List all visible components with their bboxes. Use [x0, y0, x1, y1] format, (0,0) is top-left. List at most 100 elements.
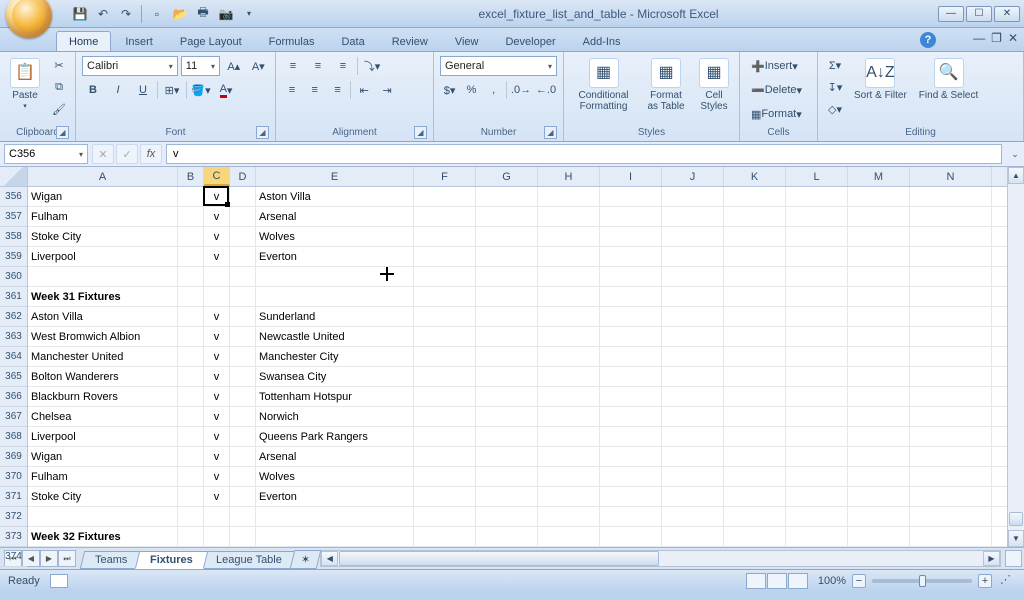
- cell[interactable]: [848, 487, 910, 506]
- cell[interactable]: [414, 287, 476, 306]
- cell[interactable]: [724, 467, 786, 486]
- cell[interactable]: v: [204, 347, 230, 366]
- cell[interactable]: Wolves: [256, 467, 414, 486]
- doc-minimize-button[interactable]: —: [973, 31, 985, 45]
- orientation-icon[interactable]: ⤵▾: [361, 56, 383, 76]
- cell[interactable]: [662, 487, 724, 506]
- cell[interactable]: [178, 427, 204, 446]
- cell[interactable]: v: [204, 307, 230, 326]
- cell[interactable]: [230, 187, 256, 206]
- align-bottom-icon[interactable]: ≡: [332, 56, 354, 76]
- row-header[interactable]: 371: [0, 487, 27, 507]
- cell[interactable]: [910, 327, 992, 346]
- cell[interactable]: [848, 507, 910, 526]
- cell[interactable]: [256, 507, 414, 526]
- cell[interactable]: [414, 247, 476, 266]
- comma-format-icon[interactable]: ,: [484, 80, 503, 100]
- cell[interactable]: [786, 467, 848, 486]
- close-button[interactable]: ✕: [994, 6, 1020, 22]
- cell[interactable]: [204, 267, 230, 286]
- save-icon[interactable]: 💾: [70, 4, 90, 24]
- cell[interactable]: [600, 527, 662, 546]
- cell[interactable]: [786, 207, 848, 226]
- open-icon[interactable]: 📂: [170, 4, 190, 24]
- cell[interactable]: [600, 347, 662, 366]
- cell[interactable]: [724, 367, 786, 386]
- cell[interactable]: [538, 447, 600, 466]
- column-header-J[interactable]: J: [662, 167, 724, 186]
- zoom-level[interactable]: 100%: [818, 575, 846, 587]
- cell[interactable]: [848, 347, 910, 366]
- cell[interactable]: [848, 207, 910, 226]
- font-dialog-launcher[interactable]: ◢: [256, 126, 269, 139]
- cell[interactable]: [724, 287, 786, 306]
- align-right-icon[interactable]: ≡: [328, 80, 348, 100]
- wrap-text-icon[interactable]: [386, 56, 416, 76]
- cell[interactable]: [414, 307, 476, 326]
- insert-cells-icon[interactable]: ➕ Insert ▾: [746, 56, 803, 76]
- underline-button[interactable]: U: [132, 80, 154, 100]
- cell[interactable]: Week 31 Fixtures: [28, 287, 178, 306]
- cell[interactable]: [178, 287, 204, 306]
- cell[interactable]: [848, 227, 910, 246]
- ribbon-tab-home[interactable]: Home: [56, 31, 111, 51]
- cell[interactable]: [414, 267, 476, 286]
- page-layout-view-button[interactable]: [767, 573, 787, 589]
- cell[interactable]: [848, 447, 910, 466]
- cell[interactable]: [414, 347, 476, 366]
- cell[interactable]: [600, 447, 662, 466]
- next-sheet-icon[interactable]: ▶: [40, 550, 58, 567]
- cell[interactable]: [476, 387, 538, 406]
- cell[interactable]: Blackburn Rovers: [28, 387, 178, 406]
- cell[interactable]: [848, 247, 910, 266]
- enter-formula-icon[interactable]: ✓: [116, 144, 138, 164]
- cell[interactable]: [178, 407, 204, 426]
- cell[interactable]: West Bromwich Albion: [28, 327, 178, 346]
- cell[interactable]: [476, 227, 538, 246]
- sheet-tab-teams[interactable]: Teams: [80, 551, 143, 569]
- cell[interactable]: [230, 367, 256, 386]
- cell[interactable]: [414, 427, 476, 446]
- cell[interactable]: v: [204, 247, 230, 266]
- cell[interactable]: [178, 207, 204, 226]
- zoom-out-button[interactable]: −: [852, 574, 866, 588]
- cell[interactable]: [476, 327, 538, 346]
- column-header-B[interactable]: B: [178, 167, 204, 186]
- select-all-button[interactable]: [0, 167, 27, 187]
- cell[interactable]: [538, 307, 600, 326]
- cell[interactable]: Newcastle United: [256, 327, 414, 346]
- horizontal-scroll-thumb[interactable]: [339, 551, 659, 566]
- cell[interactable]: [476, 407, 538, 426]
- format-cells-icon[interactable]: ▦ Format ▾: [746, 104, 807, 124]
- cell[interactable]: [538, 467, 600, 486]
- cell[interactable]: [476, 247, 538, 266]
- cut-icon[interactable]: ✂: [48, 55, 70, 75]
- cell[interactable]: [662, 207, 724, 226]
- cell[interactable]: [662, 247, 724, 266]
- percent-format-icon[interactable]: %: [462, 80, 481, 100]
- cell[interactable]: [178, 507, 204, 526]
- ribbon-tab-review[interactable]: Review: [379, 31, 441, 51]
- cell[interactable]: [538, 247, 600, 266]
- cell[interactable]: Wigan: [28, 447, 178, 466]
- grow-font-icon[interactable]: A▴: [223, 56, 245, 76]
- column-header-N[interactable]: N: [910, 167, 992, 186]
- cell[interactable]: [538, 327, 600, 346]
- scroll-down-icon[interactable]: ▼: [1008, 530, 1024, 547]
- cell[interactable]: [414, 407, 476, 426]
- cancel-formula-icon[interactable]: ✕: [92, 144, 114, 164]
- align-left-icon[interactable]: ≡: [282, 80, 302, 100]
- row-header[interactable]: 369: [0, 447, 27, 467]
- cell[interactable]: [724, 207, 786, 226]
- cell[interactable]: [538, 427, 600, 446]
- cell[interactable]: [414, 467, 476, 486]
- cell[interactable]: [256, 267, 414, 286]
- column-header-A[interactable]: A: [28, 167, 178, 186]
- number-format-combo[interactable]: General▾: [440, 56, 557, 76]
- cell[interactable]: [178, 227, 204, 246]
- cell[interactable]: [538, 187, 600, 206]
- doc-close-button[interactable]: ✕: [1008, 31, 1018, 45]
- cell[interactable]: [178, 487, 204, 506]
- row-header[interactable]: 368: [0, 427, 27, 447]
- worksheet-grid[interactable]: 3563573583593603613623633643653663673683…: [0, 167, 1024, 547]
